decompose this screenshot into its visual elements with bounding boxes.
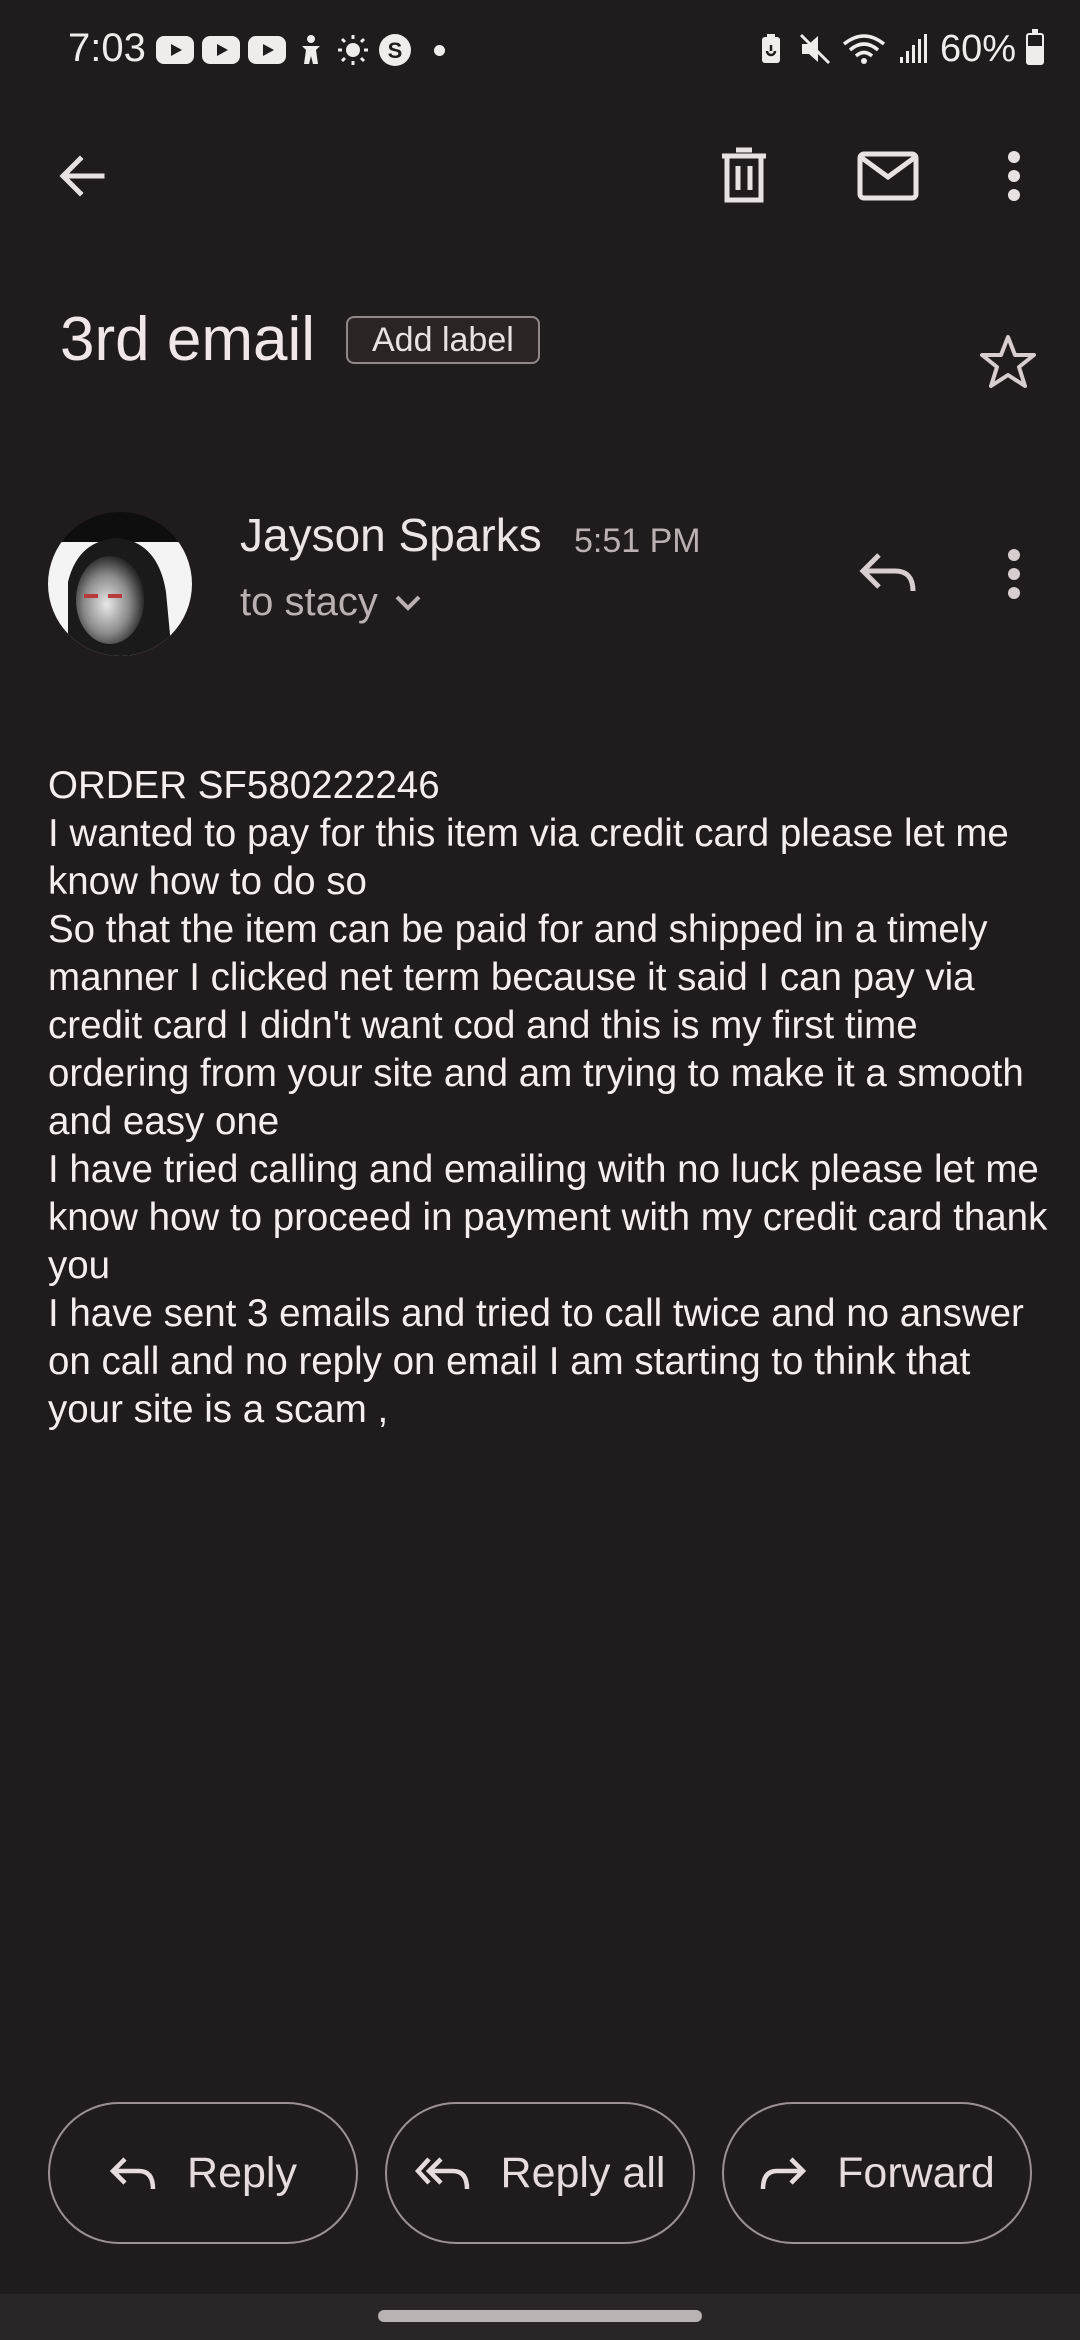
reply-icon — [859, 553, 916, 592]
mute-icon — [798, 32, 832, 66]
youtube-icon — [248, 36, 286, 64]
reply-all-icon — [414, 2157, 469, 2190]
chevron-down-icon — [395, 595, 421, 611]
forward-button[interactable]: Forward — [722, 2102, 1032, 2244]
reply-label: Reply — [187, 2148, 297, 2197]
wifi-icon — [842, 32, 886, 66]
signal-icon — [896, 32, 930, 66]
body-line: ORDER SF580222246 — [48, 764, 440, 807]
avatar-photo — [48, 512, 192, 656]
arrow-back-icon — [59, 155, 105, 197]
mail-icon — [857, 151, 919, 201]
recipient-label: to stacy — [240, 580, 378, 624]
mark-unread-button[interactable] — [848, 136, 928, 216]
star-button[interactable] — [968, 322, 1048, 402]
youtube-icon — [156, 36, 194, 64]
body-paragraph: I have tried calling and emailing with n… — [48, 1148, 1048, 1287]
email-body: ORDER SF580222246 I wanted to pay for th… — [48, 762, 1048, 1434]
reply-button[interactable]: Reply — [48, 2102, 358, 2244]
message-more-button[interactable] — [974, 534, 1054, 614]
skype-icon: S — [378, 33, 412, 67]
sender-name[interactable]: Jayson Sparks — [240, 508, 542, 562]
brightness-icon — [336, 33, 370, 67]
back-button[interactable] — [42, 136, 122, 216]
battery-saver-icon — [754, 32, 788, 66]
email-subject: 3rd email — [60, 305, 315, 374]
more-notifications-dot — [434, 44, 445, 56]
body-paragraph: I have sent 3 emails and tried to call t… — [48, 1292, 1024, 1431]
battery-level — [1028, 46, 1042, 63]
status-bar: 7:03 S 60% — [0, 0, 1080, 100]
body-paragraph: So that the item can be paid for and shi… — [48, 908, 1024, 1143]
forward-label: Forward — [837, 2148, 995, 2197]
star-outline-icon — [980, 335, 1036, 388]
reply-inline-button[interactable] — [848, 534, 928, 614]
battery-percentage: 60% — [939, 27, 1016, 70]
notification-icons: S — [156, 30, 445, 70]
reply-all-button[interactable]: Reply all — [385, 2102, 695, 2244]
reply-icon — [109, 2157, 156, 2190]
battery-icon — [1026, 29, 1044, 65]
more-vert-icon — [1008, 549, 1020, 599]
more-vert-icon — [1008, 151, 1020, 201]
body-paragraph: I wanted to pay for this item via credit… — [48, 812, 1009, 903]
reply-all-label: Reply all — [500, 2148, 666, 2197]
more-options-button[interactable] — [974, 136, 1054, 216]
sender-avatar[interactable] — [48, 512, 192, 656]
status-time: 7:03 — [68, 26, 146, 70]
add-label-chip[interactable]: Add label — [346, 316, 540, 364]
delete-button[interactable] — [704, 136, 784, 216]
forward-icon — [760, 2157, 807, 2190]
trash-icon — [722, 147, 766, 203]
svg-text:S: S — [388, 38, 403, 63]
accessibility-icon — [294, 33, 328, 67]
system-status-icons: 60% — [754, 26, 1044, 72]
recipient-details-toggle[interactable]: to stacy — [240, 580, 422, 625]
message-time: 5:51 PM — [574, 522, 701, 560]
home-gesture-handle[interactable] — [378, 2310, 702, 2322]
youtube-icon — [202, 36, 240, 64]
